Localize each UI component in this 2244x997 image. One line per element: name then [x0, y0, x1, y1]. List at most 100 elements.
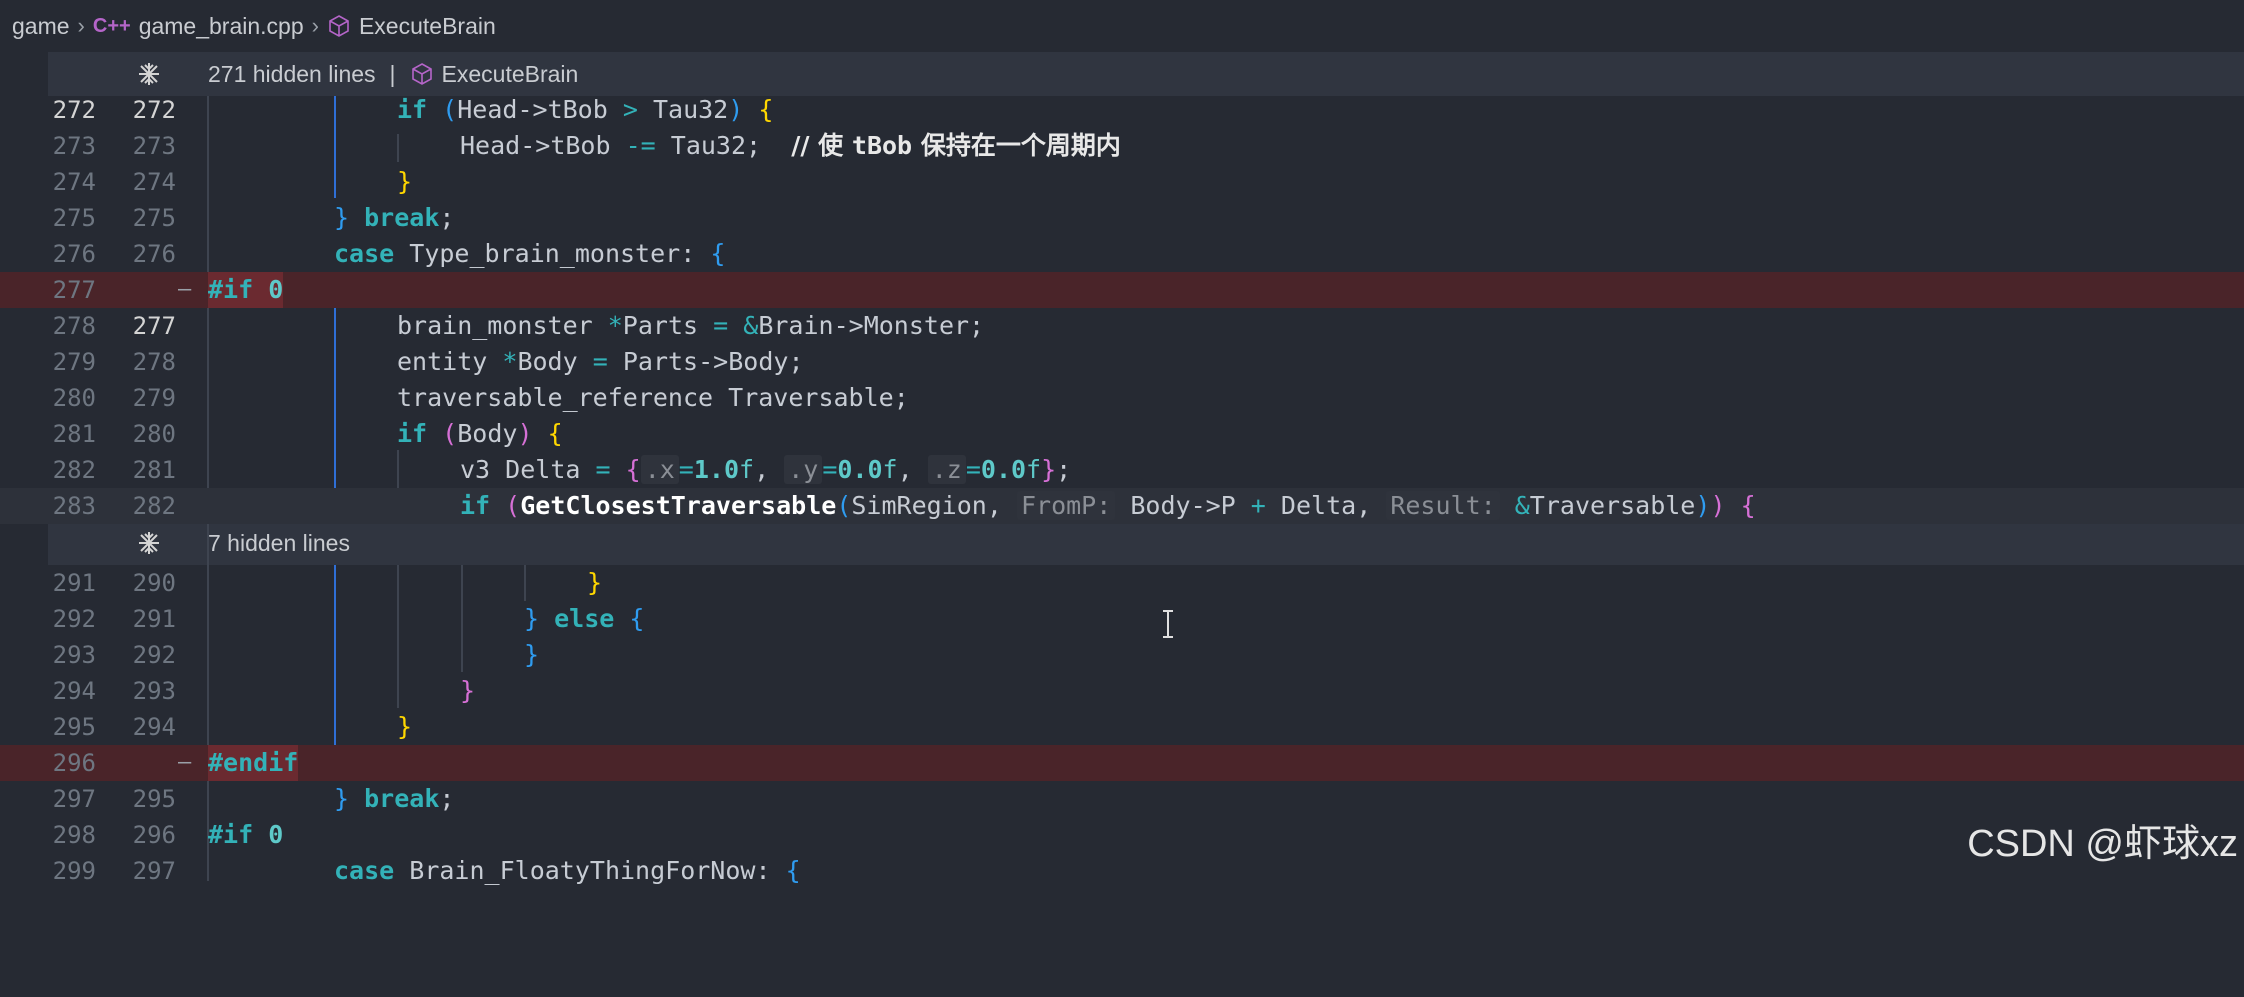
breadcrumb-file[interactable]: game_brain.cpp [139, 13, 304, 40]
chevron-right-icon: › [77, 13, 85, 38]
line-number-modified: 291 [132, 605, 176, 633]
line-number-original: 292 [52, 605, 96, 633]
code-line[interactable]: 279 278 entity *Body = Parts->Body; [0, 344, 2244, 380]
code-text: } [524, 640, 540, 669]
code-text: } [460, 676, 476, 705]
code-text: v3 Delta = {.x =1.0f, .y =0.0f, .z =0.0f}; [460, 455, 1072, 484]
code-line[interactable]: 276 276 case Type_brain_monster: { [0, 236, 2244, 274]
line-number-modified: 277 [132, 312, 176, 340]
breadcrumb: game › C++ game_brain.cpp › ExecuteBrain [0, 0, 2244, 52]
code-text: case Brain_FloatyThingForNow: { [334, 856, 801, 885]
separator: | [389, 60, 396, 87]
fold-marker[interactable]: — [178, 272, 191, 308]
line-number-original: 293 [52, 641, 96, 669]
line-number-modified: 275 [132, 204, 176, 232]
line-number-modified: 296 [132, 821, 176, 849]
code-line[interactable]: 291 290 } [0, 565, 2244, 601]
code-line[interactable]: 298 296 #if 0 [0, 817, 2244, 853]
hidden-lines-bar-middle[interactable]: 7 hidden lines [48, 521, 2244, 565]
line-number-original: 273 [52, 132, 96, 160]
unfold-icon[interactable] [136, 530, 162, 556]
hidden-lines-info: 7 hidden lines [208, 530, 350, 557]
line-number-modified: 278 [132, 348, 176, 376]
code-text: traversable_reference Traversable; [397, 383, 909, 412]
unfold-icon[interactable] [136, 61, 162, 87]
line-number-modified: 272 [132, 96, 176, 124]
code-line[interactable]: 280 279 traversable_reference Traversabl… [0, 380, 2244, 416]
code-line[interactable]: 299 297 case Brain_FloatyThingForNow: { [0, 853, 2244, 889]
hidden-lines-bar-top[interactable]: 271 hidden lines | ExecuteBrain [48, 52, 2244, 96]
line-number-original: 277 [52, 276, 96, 304]
line-number-modified: 280 [132, 420, 176, 448]
text-cursor-icon [1163, 610, 1173, 638]
code-text: #if 0 [208, 820, 284, 849]
hidden-lines-count: 7 hidden lines [208, 529, 350, 556]
code-line[interactable]: 272 272 if (Head->tBob > Tau32) { [0, 92, 2244, 128]
code-line[interactable]: 278 277 brain_monster *Parts = &Brain->M… [0, 308, 2244, 344]
line-number-modified: 274 [132, 168, 176, 196]
line-number-modified: 279 [132, 384, 176, 412]
code-line[interactable]: 297 295 } break; [0, 781, 2244, 817]
line-number-modified: 276 [132, 240, 176, 268]
line-number-modified: 294 [132, 713, 176, 741]
code-line-disabled[interactable]: 296 — #endif [0, 745, 2244, 781]
line-number-modified: 281 [132, 456, 176, 484]
breadcrumb-symbol[interactable]: ExecuteBrain [359, 13, 496, 40]
chevron-right-icon: › [311, 13, 319, 38]
line-number-original: 278 [52, 312, 96, 340]
code-text: } break; [334, 203, 455, 232]
code-line[interactable]: 295 294 } [0, 709, 2244, 745]
line-number-original: 276 [52, 240, 96, 268]
code-line[interactable]: 281 280 if (Body) { [0, 416, 2244, 452]
method-cube-icon [411, 63, 432, 85]
line-number-modified: 282 [132, 492, 176, 520]
method-cube-icon [329, 15, 349, 37]
code-line[interactable]: 273 273 Head->tBob -= Tau32; // 使 tBob 保… [0, 128, 2244, 164]
line-number-original: 283 [52, 492, 96, 520]
line-number-modified: 290 [132, 569, 176, 597]
code-text: #endif [208, 745, 299, 781]
code-text: case Type_brain_monster: { [334, 236, 726, 274]
line-number-original: 295 [52, 713, 96, 741]
breadcrumb-folder[interactable]: game [12, 13, 70, 40]
code-line[interactable]: 294 293 } [0, 673, 2244, 709]
line-number-original: 279 [52, 348, 96, 376]
line-number-original: 272 [52, 96, 96, 124]
watermark: CSDN @虾球xz [1967, 823, 2238, 865]
line-number-original: 296 [52, 749, 96, 777]
code-text: } [397, 712, 413, 741]
code-line[interactable]: 293 292 } [0, 637, 2244, 673]
code-text: } [397, 167, 413, 196]
line-number-modified: 295 [132, 785, 176, 813]
line-number-modified: 293 [132, 677, 176, 705]
line-number-original: 274 [52, 168, 96, 196]
code-text: Head->tBob -= Tau32; // 使 tBob 保持在一个周期内 [460, 131, 1121, 160]
code-text: #if 0 [208, 272, 284, 308]
code-text: if (Head->tBob > Tau32) { [397, 95, 774, 124]
code-text: if (Body) { [397, 419, 563, 448]
code-text: brain_monster *Parts = &Brain->Monster; [397, 311, 985, 340]
code-line[interactable]: 282 281 v3 Delta = {.x =1.0f, .y =0.0f, .z… [0, 452, 2244, 488]
code-text: } else { [524, 604, 645, 633]
line-number-modified: 292 [132, 641, 176, 669]
code-line[interactable]: 274 274 } [0, 164, 2244, 200]
code-line-current[interactable]: 283 282 if (GetClosestTraversable(SimReg… [0, 488, 2244, 524]
hidden-lines-info: 271 hidden lines | ExecuteBrain [208, 61, 578, 88]
fold-marker[interactable]: — [178, 745, 191, 781]
cpp-file-icon: C++ [92, 14, 131, 37]
code-text: } [587, 568, 603, 597]
line-number-original: 297 [52, 785, 96, 813]
line-number-modified: 273 [132, 132, 176, 160]
line-number-original: 275 [52, 204, 96, 232]
hidden-lines-count: 271 hidden lines [208, 60, 376, 87]
hidden-lines-symbol[interactable]: ExecuteBrain [442, 61, 579, 88]
line-number-modified: 297 [132, 857, 176, 885]
code-line[interactable]: 292 291 } else { [0, 601, 2244, 637]
line-number-original: 291 [52, 569, 96, 597]
line-number-original: 282 [52, 456, 96, 484]
code-text: if (GetClosestTraversable(SimRegion, Fro… [460, 491, 1756, 520]
line-number-original: 294 [52, 677, 96, 705]
code-line[interactable]: 275 275 } break; [0, 200, 2244, 236]
line-number-original: 299 [52, 857, 96, 885]
code-line-disabled[interactable]: 277 — #if 0 [0, 272, 2244, 308]
